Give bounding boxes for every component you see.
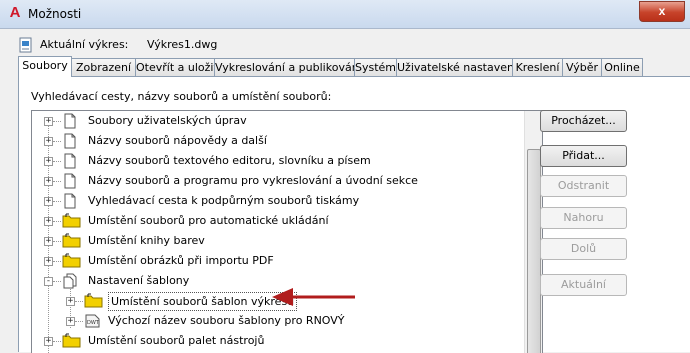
tab-vyber[interactable]: Výběr <box>562 58 602 76</box>
tree-connector <box>53 241 61 242</box>
tree-connector <box>53 341 61 342</box>
tree-connector <box>75 301 83 302</box>
tree-item-vychozi-nazev-sablony[interactable]: + DWT Výchozí název souboru šablony pro … <box>32 311 522 331</box>
tree-connector <box>53 201 61 202</box>
title-bar: A Možnosti x <box>0 0 690 29</box>
folder-icon <box>84 293 103 308</box>
tree-connector <box>53 221 61 222</box>
svg-text:DWT: DWT <box>87 320 100 326</box>
tree-item-label: Výchozí název souboru šablony pro RNOVÝ <box>108 314 345 327</box>
folder-icon <box>62 213 81 228</box>
scrollbar-thumb[interactable] <box>527 149 541 353</box>
tree-item-nastaveni-sablony[interactable]: - Nastavení šablony <box>32 271 522 291</box>
document-icon <box>64 133 76 149</box>
current-drawing-value: Výkres1.dwg <box>147 38 218 51</box>
template-settings-icon <box>63 273 77 289</box>
tree-item-import-pdf[interactable]: + Umístění obrázků při importu PDF <box>32 251 522 271</box>
tab-online[interactable]: Online <box>601 58 643 76</box>
tab-kresleni[interactable]: Kreslení <box>512 58 563 76</box>
tree-item-label: Soubory uživatelských úprav <box>88 114 247 127</box>
expand-plus-icon[interactable]: + <box>44 157 53 166</box>
tree-item-label: Vyhledávací cesta k podpůrným souborů ti… <box>88 194 360 207</box>
move-up-button[interactable]: Nahoru <box>540 207 627 229</box>
autocad-logo-icon: A <box>9 4 21 21</box>
tree-item-kniha-barev[interactable]: + Umístění knihy barev <box>32 231 522 251</box>
collapse-minus-icon[interactable]: - <box>44 277 53 286</box>
tree-connector <box>75 321 83 322</box>
tree-item-label: Názvy souborů textového editoru, slovník… <box>88 154 371 167</box>
tree-item-palety-nastroju[interactable]: + Umístění souborů palet nástrojů <box>32 331 522 351</box>
expand-plus-icon[interactable]: + <box>44 237 53 246</box>
set-current-button[interactable]: Aktuální <box>540 274 627 296</box>
remove-button[interactable]: Odstranit <box>540 175 627 197</box>
expand-plus-icon[interactable]: + <box>66 297 75 306</box>
tree-item-vykreslovani[interactable]: + Názvy souborů a programu pro vykreslov… <box>32 171 522 191</box>
tree-connector <box>53 181 61 182</box>
tree-item-napoveda[interactable]: + Názvy souborů nápovědy a další <box>32 131 522 151</box>
close-button[interactable]: x <box>639 1 685 22</box>
tree-connector <box>53 161 61 162</box>
expand-plus-icon[interactable]: + <box>44 257 53 266</box>
search-paths-label: Vyhledávací cesty, názvy souborů a umíst… <box>31 90 332 103</box>
expand-plus-icon[interactable]: + <box>44 177 53 186</box>
browse-button[interactable]: Procházet... <box>540 110 627 132</box>
tree-item-label: Nastavení šablony <box>88 274 190 287</box>
expand-plus-icon[interactable]: + <box>44 197 53 206</box>
window-title: Možnosti <box>28 7 82 21</box>
tree-connector <box>53 261 61 262</box>
tab-system[interactable]: Systém <box>354 58 397 76</box>
tree-item-automaticke-ukladani[interactable]: + Umístění souborů pro automatické uklád… <box>32 211 522 231</box>
tree-item-textovy-editor[interactable]: + Názvy souborů textového editoru, slovn… <box>32 151 522 171</box>
tree-item-umisteni-sablon-vykresu[interactable]: + Umístění souborů šablon výkresů <box>32 291 522 311</box>
drawing-file-icon <box>19 37 32 53</box>
document-icon <box>64 153 76 169</box>
document-icon <box>64 173 76 189</box>
tree-item-tiskarny[interactable]: + Vyhledávací cesta k podpůrným souborů … <box>32 191 522 211</box>
tree-item-soubory-uzivatelskych-uprav[interactable]: + Soubory uživatelských úprav <box>32 111 522 131</box>
tab-soubory[interactable]: Soubory <box>18 56 72 77</box>
add-button[interactable]: Přidat... <box>540 145 627 167</box>
document-icon <box>64 193 76 209</box>
tree-connector <box>53 121 61 122</box>
files-tab-panel: Vyhledávací cesty, názvy souborů a umíst… <box>18 76 690 353</box>
folder-icon <box>62 233 81 248</box>
tree-item-label: Umístění souborů palet nástrojů <box>88 334 265 347</box>
tree-item-label: Názvy souborů a programu pro vykreslován… <box>88 174 418 187</box>
document-icon <box>64 113 76 129</box>
folder-icon <box>62 253 81 268</box>
tree-item-label: Umístění knihy barev <box>88 234 205 247</box>
tree-item-label-selected: Umístění souborů šablon výkresů <box>108 292 298 311</box>
tree-item-label: Umístění souborů pro automatické ukládán… <box>88 214 329 227</box>
tab-otevrit-a-ulozit[interactable]: Otevřít a uložit <box>135 58 218 76</box>
tree-item-label: Umístění obrázků při importu PDF <box>88 254 274 267</box>
expand-plus-icon[interactable]: + <box>66 317 75 326</box>
dwt-file-icon: DWT <box>85 314 100 328</box>
expand-plus-icon[interactable]: + <box>44 337 53 346</box>
current-drawing-label: Aktuální výkres: <box>40 38 129 51</box>
search-paths-tree[interactable]: + Soubory uživatelských úprav + Názvy so… <box>31 110 543 353</box>
folder-icon <box>62 333 81 348</box>
tree-connector <box>53 141 61 142</box>
tab-vykreslovani[interactable]: Vykreslování a publikování <box>214 58 362 76</box>
move-down-button[interactable]: Dolů <box>540 238 627 260</box>
tab-uzivatelske-nastaveni[interactable]: Uživatelské nastavení <box>396 58 517 76</box>
expand-plus-icon[interactable]: + <box>44 117 53 126</box>
tree-connector <box>53 281 61 282</box>
expand-plus-icon[interactable]: + <box>44 137 53 146</box>
tab-zobrazeni[interactable]: Zobrazení <box>71 58 136 76</box>
tree-item-label: Názvy souborů nápovědy a další <box>88 134 267 147</box>
expand-plus-icon[interactable]: + <box>44 217 53 226</box>
